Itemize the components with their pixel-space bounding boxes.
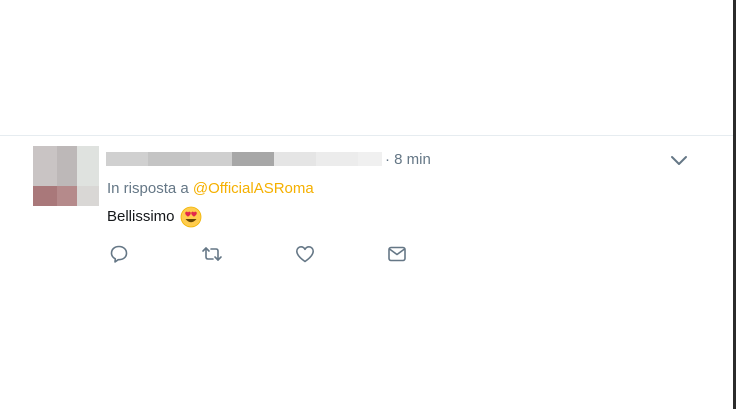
reply-handle-link[interactable]: @OfficialASRoma [193, 180, 314, 197]
reply-icon[interactable] [107, 243, 131, 265]
author-name-blurred[interactable] [106, 152, 382, 166]
chevron-down-icon[interactable] [668, 152, 690, 170]
heart-icon[interactable] [293, 243, 317, 265]
avatar-pixel [57, 146, 77, 186]
tweet-divider [0, 135, 733, 136]
reply-context: In risposta a @OfficialASRoma [107, 180, 314, 198]
tweet-text: Bellissimo [107, 206, 202, 228]
avatar-pixel [77, 146, 99, 186]
avatar[interactable] [33, 146, 99, 206]
avatar-pixel [57, 186, 77, 206]
avatar-pixel [77, 186, 99, 206]
tweet-body: Bellissimo [107, 208, 175, 225]
retweet-icon[interactable] [200, 243, 224, 265]
avatar-pixel [33, 146, 57, 186]
tweet-timestamp[interactable]: · 8 min [385, 151, 431, 169]
reply-prefix: In risposta a [107, 180, 189, 197]
avatar-pixel [33, 186, 57, 206]
heart-eyes-emoji-icon [180, 206, 202, 228]
envelope-icon[interactable] [385, 243, 409, 265]
